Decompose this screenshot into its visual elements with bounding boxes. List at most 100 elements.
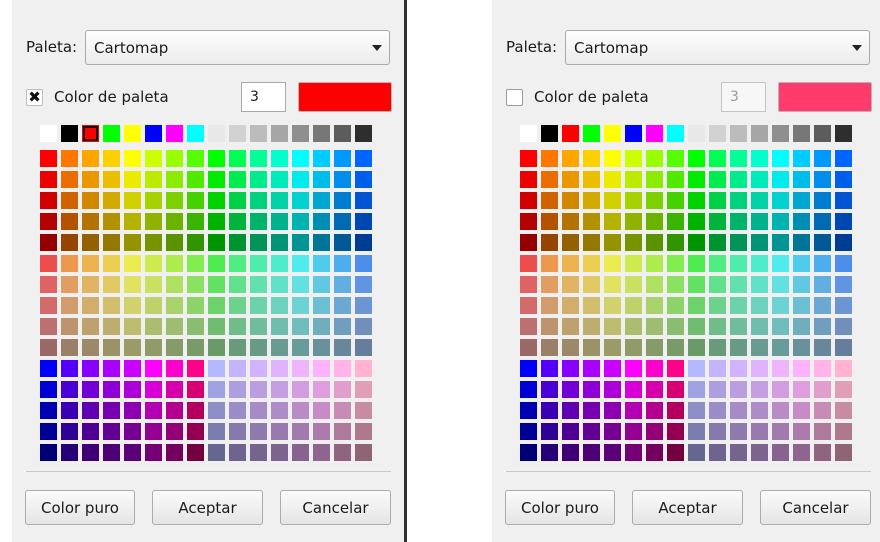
palette-cell[interactable] — [751, 444, 768, 461]
palette-cell[interactable] — [604, 402, 621, 419]
palette-cell[interactable] — [814, 255, 831, 272]
palette-cell[interactable] — [751, 297, 768, 314]
palette-cell[interactable] — [145, 234, 162, 251]
palette-cell[interactable] — [271, 381, 288, 398]
palette-cell[interactable] — [292, 339, 309, 356]
palette-cell-top-1[interactable] — [541, 125, 558, 142]
palette-cell[interactable] — [667, 381, 684, 398]
palette-cell[interactable] — [772, 381, 789, 398]
palette-cell[interactable] — [709, 339, 726, 356]
palette-cell[interactable] — [709, 423, 726, 440]
palette-cell[interactable] — [187, 234, 204, 251]
palette-cell[interactable] — [103, 213, 120, 230]
palette-cell[interactable] — [250, 234, 267, 251]
palette-cell[interactable] — [772, 423, 789, 440]
palette-cell[interactable] — [271, 444, 288, 461]
palette-cell[interactable] — [334, 192, 351, 209]
palette-cell[interactable] — [166, 318, 183, 335]
palette-cell[interactable] — [187, 255, 204, 272]
palette-cell[interactable] — [583, 402, 600, 419]
palette-cell-top-1[interactable] — [61, 125, 78, 142]
palette-cell[interactable] — [187, 360, 204, 377]
palette-cell[interactable] — [145, 402, 162, 419]
palette-cell[interactable] — [835, 150, 852, 167]
palette-cell[interactable] — [355, 423, 372, 440]
palette-cell[interactable] — [250, 171, 267, 188]
palette-cell[interactable] — [667, 234, 684, 251]
palette-cell[interactable] — [541, 150, 558, 167]
palette-cell[interactable] — [124, 339, 141, 356]
palette-cell[interactable] — [313, 150, 330, 167]
palette-cell[interactable] — [814, 171, 831, 188]
palette-cell[interactable] — [541, 360, 558, 377]
palette-cell[interactable] — [208, 360, 225, 377]
palette-cell[interactable] — [772, 444, 789, 461]
palette-cell[interactable] — [229, 402, 246, 419]
palette-cell[interactable] — [61, 192, 78, 209]
palette-cell[interactable] — [583, 423, 600, 440]
palette-cell-top-13[interactable] — [793, 125, 810, 142]
palette-cell[interactable] — [583, 213, 600, 230]
palette-cell[interactable] — [562, 402, 579, 419]
palette-cell[interactable] — [604, 150, 621, 167]
palette-cell[interactable] — [625, 402, 642, 419]
palette-cell[interactable] — [250, 444, 267, 461]
palette-cell[interactable] — [166, 381, 183, 398]
palette-cell-top-11[interactable] — [271, 125, 288, 142]
palette-cell[interactable] — [730, 171, 747, 188]
palette-cell[interactable] — [625, 381, 642, 398]
palette-cell[interactable] — [772, 276, 789, 293]
palette-cell[interactable] — [793, 276, 810, 293]
palette-cell[interactable] — [562, 318, 579, 335]
palette-cell[interactable] — [604, 381, 621, 398]
palette-cell[interactable] — [187, 297, 204, 314]
palette-cell[interactable] — [61, 276, 78, 293]
palette-cell[interactable] — [646, 402, 663, 419]
palette-cell[interactable] — [604, 360, 621, 377]
palette-cell[interactable] — [313, 213, 330, 230]
palette-cell[interactable] — [208, 402, 225, 419]
palette-cell[interactable] — [541, 255, 558, 272]
palette-cell[interactable] — [625, 276, 642, 293]
palette-cell[interactable] — [814, 318, 831, 335]
palette-cell[interactable] — [208, 213, 225, 230]
palette-cell[interactable] — [229, 360, 246, 377]
palette-cell[interactable] — [103, 318, 120, 335]
palette-cell[interactable] — [271, 255, 288, 272]
palette-cell[interactable] — [166, 339, 183, 356]
palette-cell[interactable] — [835, 444, 852, 461]
palette-cell[interactable] — [667, 276, 684, 293]
palette-cell[interactable] — [646, 255, 663, 272]
palette-cell[interactable] — [583, 339, 600, 356]
palette-cell[interactable] — [709, 381, 726, 398]
palette-cell[interactable] — [229, 423, 246, 440]
palette-cell[interactable] — [103, 234, 120, 251]
palette-cell[interactable] — [82, 339, 99, 356]
palette-cell[interactable] — [124, 297, 141, 314]
palette-cell[interactable] — [625, 213, 642, 230]
palette-cell[interactable] — [604, 318, 621, 335]
palette-cell[interactable] — [208, 423, 225, 440]
palette-cell[interactable] — [667, 318, 684, 335]
palette-cell[interactable] — [562, 381, 579, 398]
palette-cell[interactable] — [40, 276, 57, 293]
palette-cell[interactable] — [292, 423, 309, 440]
palette-cell[interactable] — [334, 255, 351, 272]
palette-cell[interactable] — [709, 318, 726, 335]
palette-cell[interactable] — [145, 381, 162, 398]
palette-cell[interactable] — [355, 381, 372, 398]
palette-cell[interactable] — [814, 402, 831, 419]
palette-cell[interactable] — [709, 255, 726, 272]
palette-cell[interactable] — [292, 444, 309, 461]
palette-cell[interactable] — [667, 402, 684, 419]
palette-cell[interactable] — [520, 423, 537, 440]
palette-cell[interactable] — [103, 360, 120, 377]
palette-cell[interactable] — [313, 402, 330, 419]
palette-cell[interactable] — [583, 234, 600, 251]
palette-cell[interactable] — [772, 360, 789, 377]
palette-cell[interactable] — [166, 297, 183, 314]
palette-cell[interactable] — [313, 423, 330, 440]
palette-cell[interactable] — [82, 150, 99, 167]
palette-cell[interactable] — [688, 297, 705, 314]
palette-cell-top-5[interactable] — [625, 125, 642, 142]
